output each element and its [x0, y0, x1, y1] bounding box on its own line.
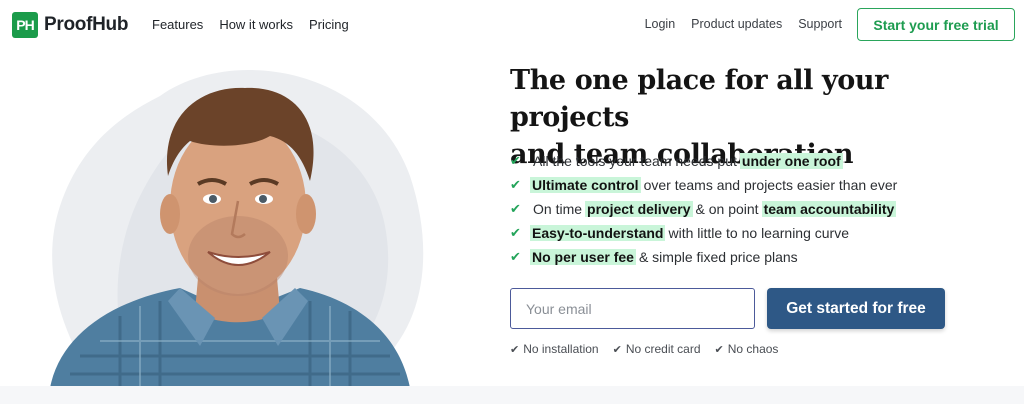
- nav-pricing[interactable]: Pricing: [309, 17, 349, 32]
- secondary-nav: Login Product updates Support: [645, 17, 842, 31]
- perk-label: No chaos: [727, 342, 779, 356]
- check-icon: ✔: [510, 201, 521, 216]
- feature-text: All the tools your team needs put: [533, 153, 737, 169]
- feature-list: ✔ All the tools your team needs put unde…: [510, 149, 900, 269]
- feature-highlight: team accountability: [761, 201, 897, 217]
- feature-text: over teams and projects easier than ever: [643, 177, 898, 193]
- perk-label: No credit card: [625, 342, 701, 356]
- feature-item: ✔ Ultimate control over teams and projec…: [510, 173, 900, 197]
- primary-nav: Features How it works Pricing: [152, 17, 349, 32]
- perk-item: ✔ No installation: [510, 342, 599, 356]
- feature-highlight: Ultimate control: [530, 177, 641, 193]
- perk-item: ✔ No chaos: [715, 342, 779, 356]
- top-nav: PH ProofHub Features How it works Pricin…: [0, 0, 1024, 50]
- perks-list: ✔ No installation ✔ No credit card ✔ No …: [510, 342, 778, 356]
- logo-mark-icon: PH: [12, 12, 38, 38]
- nav-product-updates[interactable]: Product updates: [691, 17, 782, 31]
- nav-how-it-works[interactable]: How it works: [219, 17, 293, 32]
- check-icon: ✔: [714, 343, 724, 356]
- hero-title-line-1: The one place for all your projects: [510, 65, 888, 133]
- feature-item: ✔ All the tools your team needs put unde…: [510, 149, 900, 173]
- brand-name: ProofHub: [44, 14, 129, 35]
- section-divider: [0, 386, 1024, 404]
- nav-support[interactable]: Support: [798, 17, 842, 31]
- hero-person-image: [50, 70, 424, 388]
- feature-highlight: No per user fee: [530, 249, 636, 265]
- perk-label: No installation: [523, 342, 599, 356]
- feature-highlight: project delivery: [585, 201, 693, 217]
- feature-highlight: under one roof: [739, 153, 843, 169]
- check-icon: ✔: [612, 343, 622, 356]
- feature-item: ✔ On time project delivery & on point te…: [510, 197, 900, 221]
- check-icon: ✔: [510, 177, 521, 192]
- feature-text: with little to no learning curve: [668, 225, 850, 241]
- feature-highlight: Easy-to-understand: [530, 225, 666, 241]
- start-free-trial-button[interactable]: Start your free trial: [857, 8, 1015, 41]
- proofhub-logo[interactable]: PH ProofHub: [12, 12, 128, 38]
- feature-text: & simple fixed price plans: [638, 249, 798, 265]
- get-started-button[interactable]: Get started for free: [767, 288, 945, 329]
- check-icon: ✔: [510, 343, 520, 356]
- nav-login[interactable]: Login: [645, 17, 676, 31]
- feature-text: & on point: [695, 201, 759, 217]
- feature-item: ✔ Easy-to-understand with little to no l…: [510, 221, 900, 245]
- check-icon: ✔: [510, 225, 521, 240]
- nav-features[interactable]: Features: [152, 17, 203, 32]
- check-icon: ✔: [510, 249, 521, 264]
- check-icon: ✔: [510, 153, 521, 168]
- email-input[interactable]: [510, 288, 755, 329]
- perk-item: ✔ No credit card: [613, 342, 701, 356]
- feature-item: ✔ No per user fee & simple fixed price p…: [510, 245, 900, 269]
- feature-text: On time: [533, 201, 583, 217]
